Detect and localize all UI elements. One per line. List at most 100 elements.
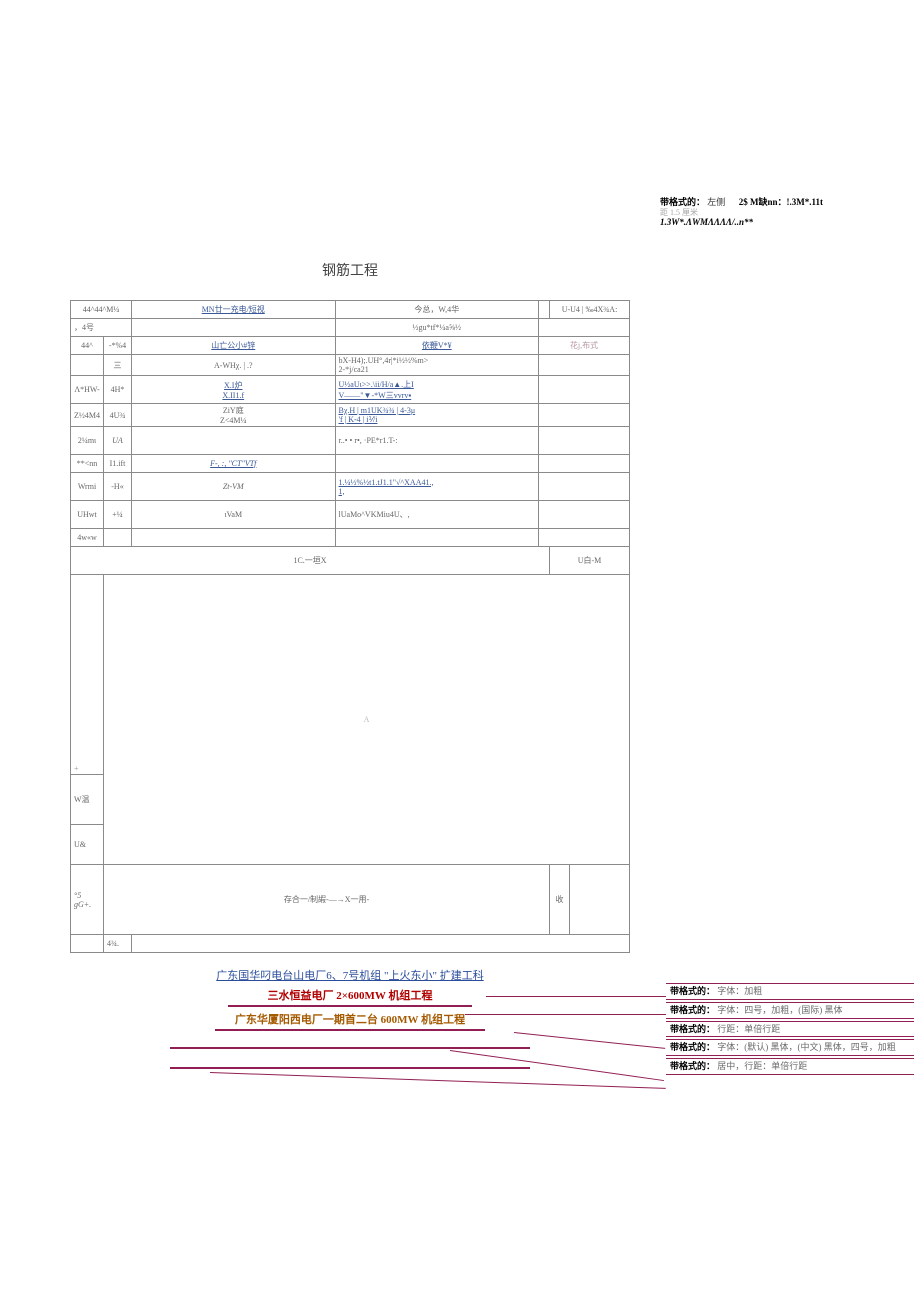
r4-d: r..• • r•, ·PE*r1.T-: xyxy=(335,427,539,455)
callout-4-label: 带格式的： xyxy=(670,1042,715,1052)
r2-d-link: U½aUι>>.\ii/H/a▲.上I V——"▼-*W三vvrv▪ xyxy=(339,380,414,400)
r4-blank xyxy=(132,319,336,337)
callout-1: 带格式的： 字体：加粗 xyxy=(666,983,914,1000)
r7-e xyxy=(539,501,630,529)
callout-5: 带格式的： 居中，行距：单倍行距 xyxy=(666,1058,914,1075)
foot-row: 4¾. xyxy=(71,935,630,953)
callout-2: 带格式的： 字体：四号，加粗，(国际) 黑体 xyxy=(666,1002,914,1019)
r1-b: 三 xyxy=(104,355,132,376)
mid-right-cell: U白-M xyxy=(550,547,630,575)
r8-c xyxy=(132,529,336,547)
foot-a xyxy=(71,935,104,953)
project-line-2: 三水恒益电厂 2×600MW 机组工程 xyxy=(228,987,473,1007)
r6-b: -H« xyxy=(104,473,132,501)
r4-c xyxy=(132,427,336,455)
note-val1b: 2$ M缺nn：!.3M*.11t xyxy=(739,197,823,207)
callout-4: 带格式的： 字体：(默认) 黑体，(中文) 黑体，四号，加粗 xyxy=(666,1039,914,1056)
r4-blank2 xyxy=(539,319,630,337)
foot-rest xyxy=(132,935,630,953)
r4-e xyxy=(539,427,630,455)
r4-label: ，4号 xyxy=(71,319,132,337)
callout-1-val: 字体：加粗 xyxy=(717,986,762,996)
r6: Wrmi -H« Zt-VM 1.¼½%½t1.tJ1.1"√^XAA41., … xyxy=(71,473,630,501)
r8-e xyxy=(539,529,630,547)
callout-3-label: 带格式的： xyxy=(670,1024,715,1034)
hdr-c2: MN廿一充电/短视 xyxy=(132,301,336,319)
hdr-c5: U-U4 | ‰4X¾A: xyxy=(550,301,630,319)
r6-c: Zt-VM xyxy=(132,473,336,501)
r6-d-link: 1.¼½%½t1.tJ1.1"√^XAA41., 1, xyxy=(339,478,434,496)
leader-line-1 xyxy=(486,996,666,997)
callout-4-val: 字体：(默认) 黑体，(中文) 黑体，四号，加粗 xyxy=(717,1042,896,1052)
r4-sub: ½gu*tf*¼a⅝½ xyxy=(335,319,539,337)
r2: Λ*HW- 4H* X.I炉 X.II1.f U½aUι>>.\ii/H/a▲.… xyxy=(71,376,630,404)
r4-b: UA xyxy=(104,427,132,455)
r4-a: 2¼mι xyxy=(71,427,104,455)
callout-1-label: 带格式的： xyxy=(670,986,715,996)
r8-a: 4w«w xyxy=(71,529,104,547)
r7-c: ιVaM xyxy=(132,501,336,529)
project-line-1: 广东国华叼电台山电厂6、7号机组 "上火东小" 扩建工科 xyxy=(70,967,630,983)
r7: UHwt +¼ ιVaM lUaMo^VKMiu4U、, xyxy=(71,501,630,529)
note-val1a: 左侧 xyxy=(707,197,725,207)
note-line2: 距 1.5 厘米 xyxy=(660,208,698,217)
sec-left: °5 gG+. xyxy=(71,865,104,935)
mid-row: 1C.一垣X U白-M xyxy=(71,547,630,575)
sec-mid: 存合一/制嘏-—→X一用- xyxy=(104,865,550,935)
sub-e: 花j,布式 xyxy=(539,337,630,355)
r7-d: lUaMo^VKMiu4U、, xyxy=(335,501,539,529)
r5-d xyxy=(335,455,539,473)
document-title: 钢筋工程 xyxy=(70,260,630,280)
r3: Z½4M4 4U¾ ZiY庭 Z<4M¼ Bχ.H | m1UK¾¾ | 4-3… xyxy=(71,404,630,427)
r4: 2¼mι UA r..• • r•, ·PE*r1.T-: xyxy=(71,427,630,455)
r5-c: F-, :, "CT"VTf xyxy=(132,455,336,473)
project-line-4-empty xyxy=(170,1035,530,1049)
sub-c: 山亡公小#锌 xyxy=(132,337,336,355)
hdr-c4 xyxy=(539,301,550,319)
callout-2-label: 带格式的： xyxy=(670,1005,715,1015)
leader-line-2 xyxy=(465,1014,666,1015)
mid-cell: 1C.一垣X xyxy=(71,547,550,575)
r3-d: Bχ.H | m1UK¾¾ | 4-3μ 'f | K-4 | i⅟/i xyxy=(335,404,539,427)
page: 带格式的： 左侧 2$ M缺nn：!.3M*.11t 距 1.5 厘米 1.3W… xyxy=(0,0,920,1301)
r5-c-link: F-, :, "CT"VTf xyxy=(210,459,256,468)
r1: 三 A-WHχ. | .? bX-H4);.UH°,4r|*i½½%m> 2-*… xyxy=(71,355,630,376)
leader-line-5 xyxy=(210,1072,666,1089)
project-line-5-empty xyxy=(170,1055,530,1069)
r3-d-link: Bχ.H | m1UK¾¾ | 4-3μ 'f | K-4 | i⅟/i xyxy=(339,406,416,424)
r2-a: Λ*HW- xyxy=(71,376,104,404)
project-line-3: 广东华厦阳西电厂一期首二台 600MW 机组工程 xyxy=(215,1011,485,1031)
r5: **<nn I1.ift F-, :, "CT"VTf xyxy=(71,455,630,473)
sub-d-link: 依鞭V*¥ xyxy=(422,341,452,350)
callout-3: 带格式的： 行距：单倍行距 xyxy=(666,1021,914,1038)
callout-5-val: 居中，行距：单倍行距 xyxy=(717,1061,807,1071)
hdr-link: MN廿一充电/短视 xyxy=(202,305,265,314)
sub-b: -*%4 xyxy=(104,337,132,355)
callout-3-val: 行距：单倍行距 xyxy=(717,1024,780,1034)
main-table: 44^44^M¼ MN廿一充电/短视 今总，W,4华 U-U4 | ‰4X¾A:… xyxy=(70,300,630,953)
r1-a xyxy=(71,355,104,376)
mid-line-text: 1C.一垣X xyxy=(293,556,326,565)
r1-e xyxy=(539,355,630,376)
r8: 4w«w xyxy=(71,529,630,547)
r3-b: 4U¾ xyxy=(104,404,132,427)
r7-a: UHwt xyxy=(71,501,104,529)
r6-a: Wrmi xyxy=(71,473,104,501)
big-left2: W温 xyxy=(71,775,104,825)
projects-block: 广东国华叼电台山电厂6、7号机组 "上火东小" 扩建工科 三水恒益电厂 2×60… xyxy=(70,967,630,1071)
r2-c: X.I炉 X.II1.f xyxy=(132,376,336,404)
header-row: 44^44^M¼ MN廿一充电/短视 今总，W,4华 U-U4 | ‰4X¾A: xyxy=(71,301,630,319)
sub-d: 依鞭V*¥ xyxy=(335,337,539,355)
r2-c-link: X.I炉 X.II1.f xyxy=(222,381,244,400)
r2-d: U½aUι>>.\ii/H/a▲.上I V——"▼-*W三vvrv▪ xyxy=(335,376,539,404)
sub-a: 44^ xyxy=(71,337,104,355)
r6-e xyxy=(539,473,630,501)
callout-2-val: 字体：四号，加粗，(国际) 黑体 xyxy=(717,1005,842,1015)
r8-b xyxy=(104,529,132,547)
r6-d: 1.¼½%½t1.tJ1.1"√^XAA41., 1, xyxy=(335,473,539,501)
r5-b: I1.ift xyxy=(104,455,132,473)
big-left1: + xyxy=(71,575,104,775)
sec-blank xyxy=(570,865,630,935)
r3-c: ZiY庭 Z<4M¼ xyxy=(132,404,336,427)
big-row1: + A xyxy=(71,575,630,775)
